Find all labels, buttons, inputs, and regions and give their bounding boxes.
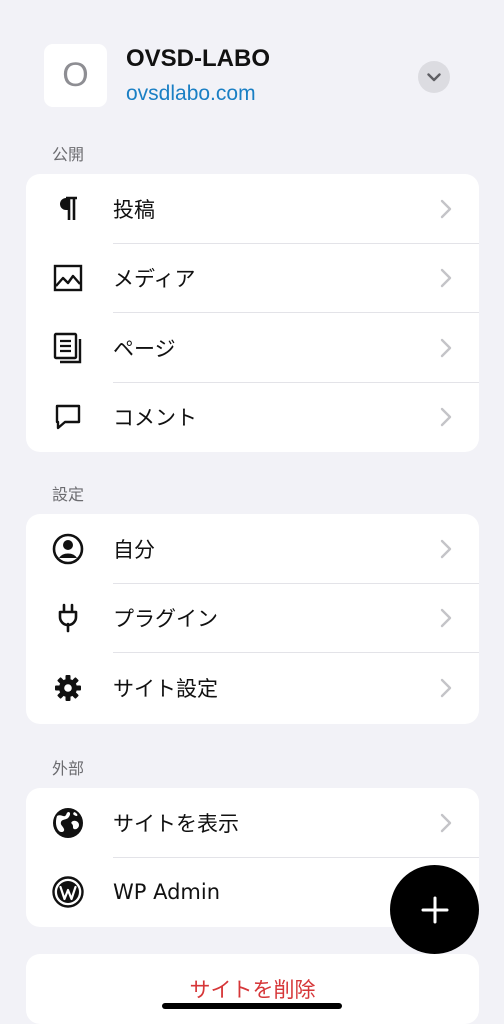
menu-item-posts[interactable]: 投稿 bbox=[26, 174, 479, 244]
my-site-screen: O OVSD-LABO ovsdlabo.com 公開 投稿 メディア ページ … bbox=[0, 0, 504, 1024]
chevron-right-icon bbox=[440, 609, 452, 628]
plug-icon bbox=[52, 602, 84, 634]
gear-icon bbox=[52, 672, 84, 704]
create-fab-button[interactable] bbox=[390, 865, 479, 954]
settings-card: 自分 プラグイン サイト設定 bbox=[26, 514, 479, 724]
home-indicator bbox=[162, 1003, 342, 1009]
chevron-right-icon bbox=[440, 269, 452, 288]
site-switcher-button[interactable] bbox=[418, 61, 450, 93]
chevron-right-icon bbox=[440, 678, 452, 697]
plus-icon bbox=[421, 896, 448, 923]
menu-item-label: 自分 bbox=[113, 537, 155, 562]
menu-item-label: サイトを表示 bbox=[113, 811, 239, 836]
section-header-external: 外部 bbox=[52, 759, 85, 778]
publish-card: 投稿 メディア ページ コメント bbox=[26, 174, 479, 452]
menu-item-plugins[interactable]: プラグイン bbox=[26, 584, 479, 653]
chevron-right-icon bbox=[440, 539, 452, 558]
site-title[interactable]: OVSD-LABO bbox=[126, 45, 270, 73]
menu-item-site-settings[interactable]: サイト設定 bbox=[26, 653, 479, 723]
menu-item-label: 投稿 bbox=[113, 197, 155, 222]
menu-item-label: ページ bbox=[113, 336, 176, 361]
globe-icon bbox=[52, 807, 84, 839]
site-icon[interactable]: O bbox=[44, 44, 107, 107]
delete-site-card: サイトを削除 bbox=[26, 954, 479, 1024]
chevron-right-icon bbox=[440, 199, 452, 218]
wordpress-icon bbox=[52, 876, 84, 908]
image-icon bbox=[52, 262, 84, 294]
chevron-right-icon bbox=[440, 813, 452, 832]
menu-item-label: プラグイン bbox=[113, 607, 218, 632]
site-url-link[interactable]: ovsdlabo.com bbox=[126, 82, 256, 106]
pages-icon bbox=[52, 332, 84, 364]
chevron-right-icon bbox=[440, 408, 452, 427]
site-header: O OVSD-LABO ovsdlabo.com bbox=[0, 0, 504, 130]
person-icon bbox=[52, 533, 84, 565]
section-header-settings: 設定 bbox=[52, 485, 85, 504]
menu-item-me[interactable]: 自分 bbox=[26, 514, 479, 584]
section-header-publish: 公開 bbox=[52, 145, 85, 164]
menu-item-label: メディア bbox=[113, 267, 196, 292]
comment-icon bbox=[52, 401, 84, 433]
menu-item-media[interactable]: メディア bbox=[26, 244, 479, 313]
chevron-right-icon bbox=[440, 338, 452, 357]
menu-item-view-site[interactable]: サイトを表示 bbox=[26, 788, 479, 858]
delete-site-button[interactable]: サイトを削除 bbox=[26, 974, 479, 1004]
menu-item-label: WP Admin bbox=[113, 880, 221, 905]
pilcrow-icon bbox=[52, 193, 84, 225]
menu-item-label: コメント bbox=[113, 406, 197, 431]
menu-item-label: サイト設定 bbox=[113, 676, 218, 701]
menu-item-pages[interactable]: ページ bbox=[26, 313, 479, 383]
chevron-down-icon bbox=[427, 72, 441, 81]
menu-item-comments[interactable]: コメント bbox=[26, 383, 479, 453]
